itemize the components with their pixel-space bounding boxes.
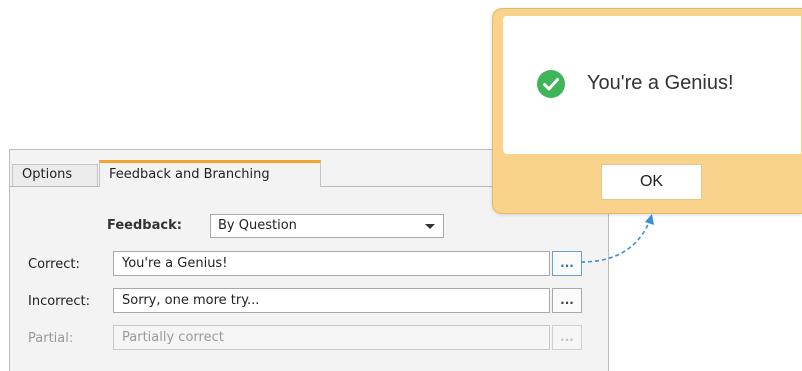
tab-options[interactable]: Options xyxy=(12,164,98,186)
correct-feedback-input[interactable]: You're a Genius! xyxy=(113,251,550,276)
popup-message: You're a Genius! xyxy=(587,72,734,94)
stage: Options Feedback and Branching Feedback:… xyxy=(0,0,802,371)
feedback-label: Feedback: xyxy=(107,218,182,233)
dashed-arrow-icon xyxy=(580,214,654,263)
partial-label: Partial: xyxy=(28,331,74,346)
feedback-dropdown[interactable]: By Question xyxy=(210,214,444,238)
incorrect-ellipsis-button[interactable]: ... xyxy=(552,288,582,313)
ok-button[interactable]: OK xyxy=(601,164,702,200)
tab-feedback-and-branching[interactable]: Feedback and Branching xyxy=(99,160,321,187)
incorrect-label: Incorrect: xyxy=(28,294,90,309)
correct-label: Correct: xyxy=(28,257,80,272)
check-circle-icon xyxy=(537,70,565,98)
incorrect-feedback-input[interactable]: Sorry, one more try... xyxy=(113,288,550,313)
feedback-popup: You're a Genius! OK xyxy=(492,8,802,214)
chevron-down-icon xyxy=(425,224,435,229)
popup-message-card: You're a Genius! xyxy=(503,16,801,154)
partial-feedback-input: Partially correct xyxy=(113,325,550,350)
feedback-dropdown-value: By Question xyxy=(218,218,297,233)
partial-ellipsis-button: ... xyxy=(552,325,582,350)
